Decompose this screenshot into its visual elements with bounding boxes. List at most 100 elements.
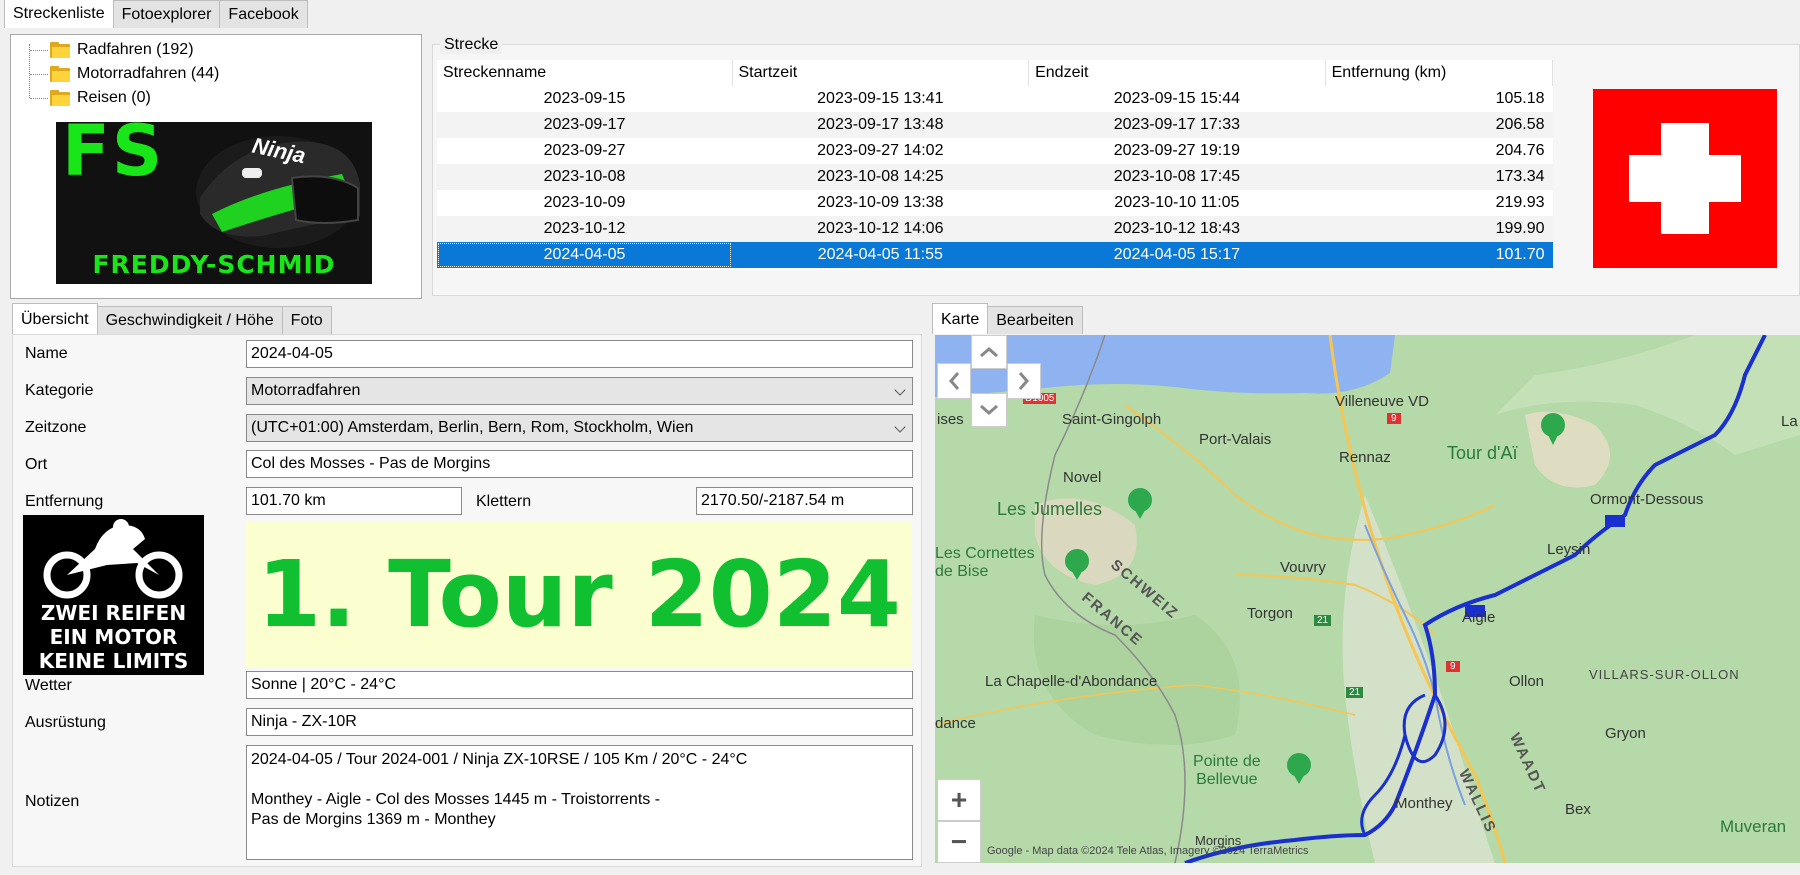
- swiss-flag-icon: [1593, 89, 1777, 268]
- tab-bearbeiten[interactable]: Bearbeiten: [987, 306, 1083, 334]
- folder-icon: [50, 90, 70, 106]
- cell-name: 2023-09-15: [437, 86, 732, 112]
- strecke-group-label: Strecke: [440, 36, 503, 54]
- map-view[interactable]: Saint-Gingolph Villeneuve VD Port-Valais…: [935, 335, 1800, 863]
- table-row[interactable]: 2023-10-09 2023-10-09 13:38 2023-10-10 1…: [437, 190, 1553, 216]
- cell-name: 2023-10-08: [437, 164, 732, 190]
- zeitzone-label: Zeitzone: [25, 419, 87, 436]
- sticker-line: EIN MOTOR: [49, 625, 178, 649]
- cell-dist: 206.58: [1325, 112, 1553, 138]
- chevron-down-icon: [894, 384, 906, 396]
- tree-item-motorradfahren[interactable]: Motorradfahren (44): [30, 62, 219, 86]
- road-shield: 9: [1446, 661, 1460, 672]
- table-row[interactable]: 2023-09-15 2023-09-15 13:41 2023-09-15 1…: [437, 86, 1553, 112]
- map-label: Monthey: [1395, 795, 1453, 812]
- map-label: Leysin: [1547, 541, 1591, 558]
- table-row[interactable]: 2023-09-27 2023-09-27 14:02 2023-09-27 1…: [437, 138, 1553, 164]
- table-row-selected[interactable]: 2024-04-05 2024-04-05 11:55 2024-04-05 1…: [437, 242, 1553, 268]
- map-label: dance: [935, 715, 976, 732]
- cell-end: 2024-04-05 15:17: [1028, 242, 1326, 268]
- map-label: Ormont-Dessous: [1590, 491, 1704, 508]
- tree-item-reisen[interactable]: Reisen (0): [30, 86, 219, 110]
- road-shield: 21: [1346, 687, 1364, 698]
- cell-end: 2023-10-08 17:45: [1028, 164, 1326, 190]
- ausruestung-label: Ausrüstung: [25, 714, 106, 731]
- motorcycle-icon: [43, 519, 183, 599]
- entfernung-field[interactable]: 101.70 km: [246, 487, 462, 515]
- pan-up-button[interactable]: [971, 335, 1007, 369]
- map-label: Les Jumelles: [997, 499, 1103, 519]
- table-row[interactable]: 2023-09-17 2023-09-17 13:48 2023-09-17 1…: [437, 112, 1553, 138]
- table-row[interactable]: 2023-10-08 2023-10-08 14:25 2023-10-08 1…: [437, 164, 1553, 190]
- tab-streckenliste[interactable]: Streckenliste: [4, 0, 114, 28]
- cell-end: 2023-10-12 18:43: [1028, 216, 1326, 242]
- name-field[interactable]: 2024-04-05: [246, 340, 913, 368]
- map-label: Bex: [1565, 801, 1591, 818]
- map-attribution: Google - Map data ©2024 Tele Atlas, Imag…: [987, 845, 1309, 857]
- cell-dist: 101.70: [1325, 242, 1553, 268]
- map-label: La: [1781, 413, 1798, 430]
- tree-item-label: Reisen (0): [77, 89, 151, 106]
- col-streckenname[interactable]: Streckenname: [437, 60, 733, 86]
- map-label: Pointe de Bellevue: [1193, 753, 1261, 788]
- strecke-table: Streckenname Startzeit Endzeit Entfernun…: [437, 60, 1554, 268]
- map-label: Vouvry: [1280, 559, 1326, 576]
- tab-uebersicht[interactable]: Übersicht: [12, 303, 98, 334]
- banner-text: 1. Tour 2024: [257, 541, 901, 648]
- tree-item-label: Radfahren (192): [77, 41, 194, 58]
- klettern-field[interactable]: 2170.50/-2187.54 m: [696, 487, 913, 515]
- pan-right-button[interactable]: [1007, 363, 1041, 399]
- chevron-down-icon: [980, 404, 998, 415]
- ort-label: Ort: [25, 456, 48, 473]
- kategorie-value: Motorradfahren: [251, 382, 361, 399]
- notizen-textarea[interactable]: 2024-04-05 / Tour 2024-001 / Ninja ZX-10…: [246, 745, 913, 860]
- cell-start: 2023-09-27 14:02: [732, 138, 1029, 164]
- map-label: Tour d'Aï: [1447, 443, 1518, 463]
- name-label: Name: [25, 345, 68, 362]
- tab-karte[interactable]: Karte: [932, 303, 989, 334]
- cell-start: 2023-10-08 14:25: [732, 164, 1029, 190]
- tree-item-radfahren[interactable]: Radfahren (192): [30, 38, 219, 62]
- tab-geschwindigkeit-hoehe[interactable]: Geschwindigkeit / Höhe: [96, 306, 283, 334]
- wetter-label: Wetter: [25, 677, 72, 694]
- cell-name: 2023-10-12: [437, 216, 732, 242]
- zoom-out-button[interactable]: −: [937, 821, 981, 863]
- sticker-image: ZWEI REIFEN EIN MOTOR KEINE LIMITS: [23, 515, 204, 675]
- kategorie-select[interactable]: Motorradfahren: [246, 377, 913, 405]
- cell-name: 2023-10-09: [437, 190, 732, 216]
- map-label: Saint-Gingolph: [1062, 411, 1162, 428]
- pan-left-button[interactable]: [937, 363, 971, 399]
- logo-name: FREDDY-SCHMID: [92, 250, 336, 279]
- cell-start: 2024-04-05 11:55: [732, 242, 1029, 268]
- zeitzone-select[interactable]: (UTC+01:00) Amsterdam, Berlin, Bern, Rom…: [246, 414, 913, 442]
- tab-fotoexplorer[interactable]: Fotoexplorer: [112, 0, 221, 28]
- col-startzeit[interactable]: Startzeit: [732, 60, 1030, 86]
- map-label: Ollon: [1509, 673, 1545, 690]
- main-tabbar: Streckenliste Fotoexplorer Facebook: [4, 0, 308, 28]
- cell-end: 2023-09-17 17:33: [1028, 112, 1326, 138]
- pan-down-button[interactable]: [971, 393, 1007, 427]
- cell-dist: 199.90: [1325, 216, 1553, 242]
- chevron-right-icon: [1018, 372, 1029, 390]
- tab-foto[interactable]: Foto: [281, 306, 332, 334]
- zoom-in-button[interactable]: +: [937, 779, 981, 821]
- col-entfernung[interactable]: Entfernung (km): [1325, 60, 1554, 86]
- map-label: Muveran: [1720, 817, 1787, 836]
- table-row[interactable]: 2023-10-12 2023-10-12 14:06 2023-10-12 1…: [437, 216, 1553, 242]
- klettern-label: Klettern: [476, 493, 532, 510]
- map-label: Les Cornettes de Bise: [935, 545, 1035, 580]
- chevron-up-icon: [980, 347, 998, 358]
- col-endzeit[interactable]: Endzeit: [1028, 60, 1326, 86]
- notizen-label: Notizen: [25, 793, 80, 810]
- tab-facebook[interactable]: Facebook: [219, 0, 308, 28]
- ausruestung-field[interactable]: Ninja - ZX-10R: [246, 708, 913, 736]
- map-label: Novel: [1063, 469, 1102, 486]
- sticker-line: ZWEI REIFEN: [40, 601, 187, 625]
- cell-end: 2023-09-27 19:19: [1028, 138, 1326, 164]
- cell-name: 2024-04-05: [437, 242, 732, 268]
- cell-start: 2023-09-17 13:48: [732, 112, 1029, 138]
- map-label: Villeneuve VD: [1335, 393, 1429, 410]
- ort-field[interactable]: Col des Mosses - Pas de Morgins: [246, 450, 913, 478]
- map-label: Torgon: [1247, 605, 1293, 622]
- wetter-field[interactable]: Sonne | 20°C - 24°C: [246, 671, 913, 699]
